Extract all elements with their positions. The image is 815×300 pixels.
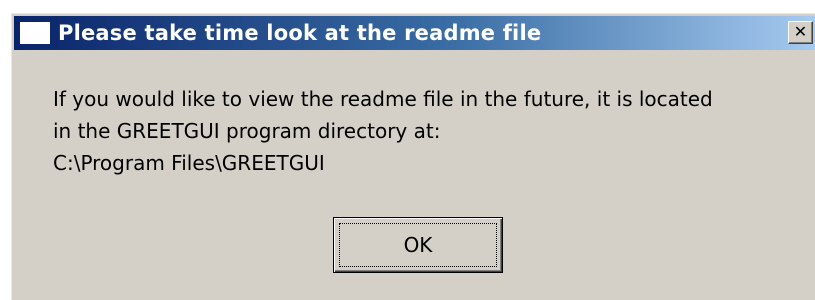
close-icon: ✕ <box>793 22 808 41</box>
readme-path: C:\Program Files\GREETGUI <box>53 151 325 175</box>
message-text: If you would like to view the readme fil… <box>53 83 813 179</box>
ok-button[interactable]: OK <box>333 217 503 273</box>
readme-dialog: Please take time look at the readme file… <box>10 12 815 300</box>
window-title: Please take time look at the readme file <box>58 21 542 45</box>
message-line-1: If you would like to view the readme fil… <box>53 87 713 111</box>
message-line-2: in the GREETGUI program directory at: <box>53 119 441 143</box>
ok-button-label: OK <box>403 233 433 257</box>
title-bar[interactable]: Please take time look at the readme file… <box>14 16 815 50</box>
window-icon <box>20 22 50 44</box>
close-button[interactable]: ✕ <box>788 21 813 44</box>
